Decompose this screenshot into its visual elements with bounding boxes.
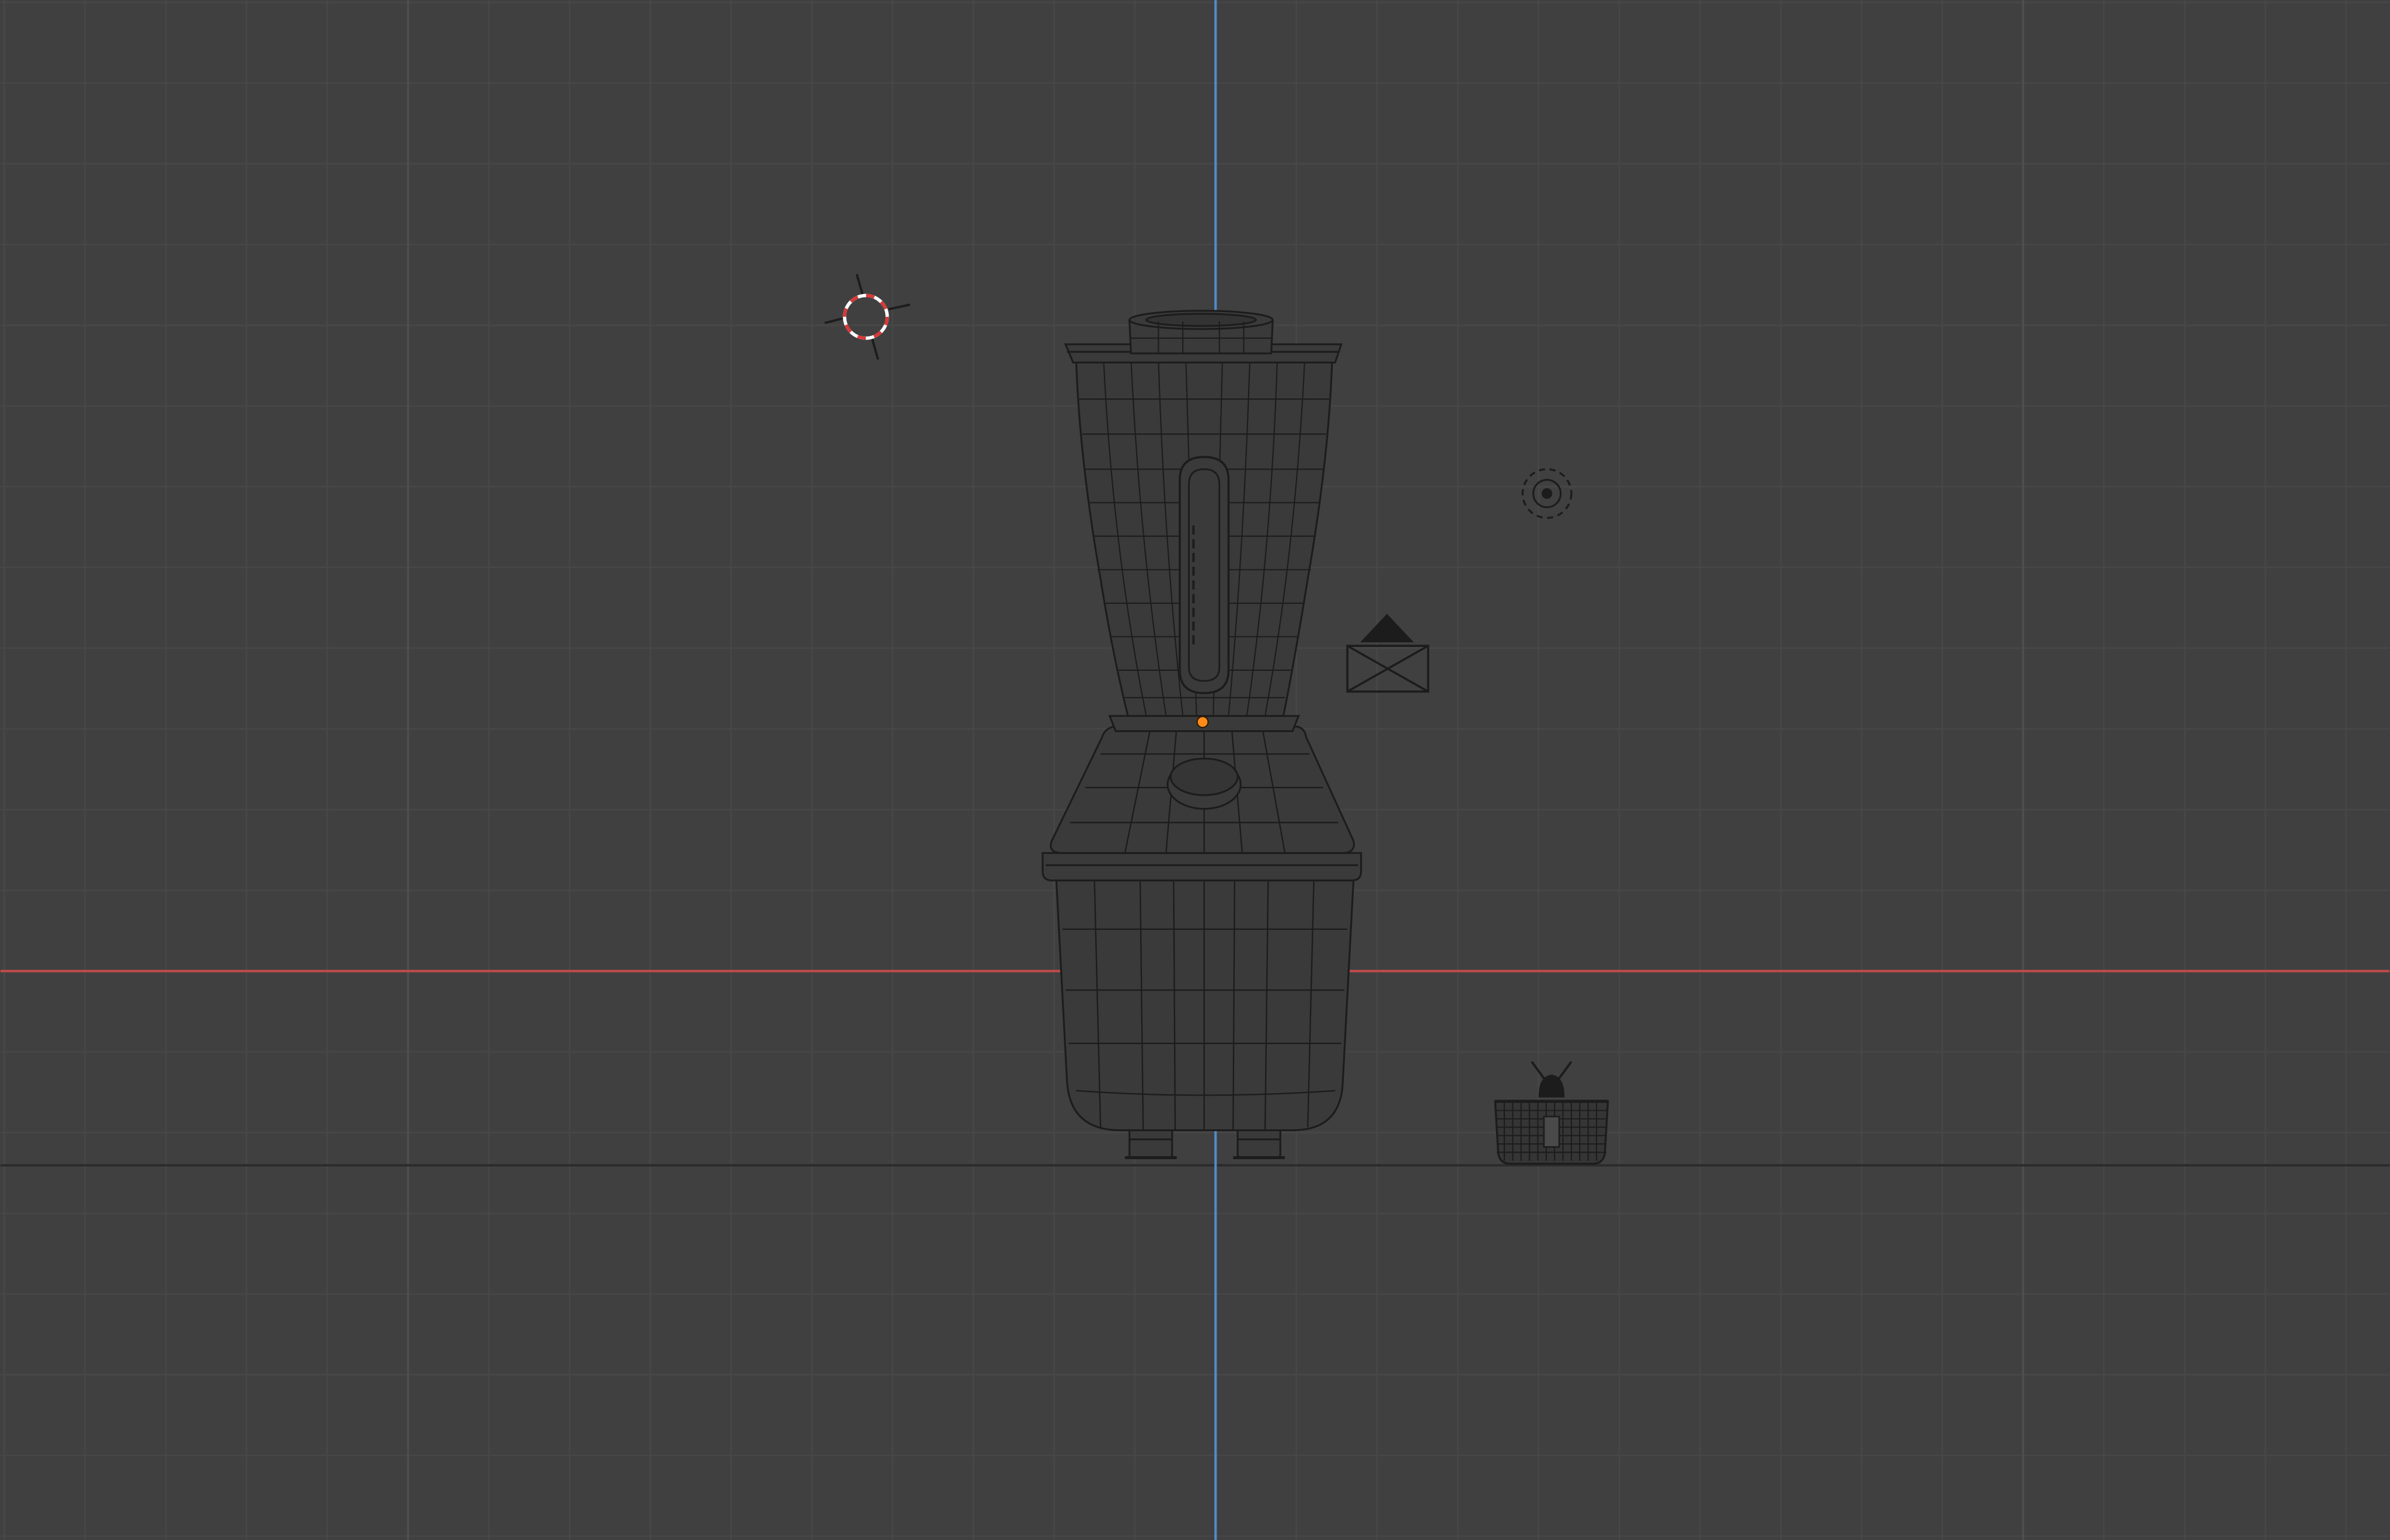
3d-viewport[interactable]	[0, 0, 2390, 1540]
3d-cursor-icon[interactable]	[824, 274, 911, 360]
basket-wireframe-icon[interactable]	[1494, 1060, 1609, 1165]
viewport-scene[interactable]	[0, 0, 2390, 1540]
blender-control-housing	[1050, 726, 1355, 854]
point-light-icon[interactable]	[1521, 468, 1573, 519]
camera-icon[interactable]	[1346, 614, 1430, 693]
blender-lid	[1128, 310, 1274, 355]
blender-wireframe-icon[interactable]	[1042, 310, 1362, 1160]
blender-jar	[1064, 343, 1343, 717]
blender-base	[1042, 852, 1362, 1132]
object-origin-dot[interactable]	[1196, 716, 1209, 729]
